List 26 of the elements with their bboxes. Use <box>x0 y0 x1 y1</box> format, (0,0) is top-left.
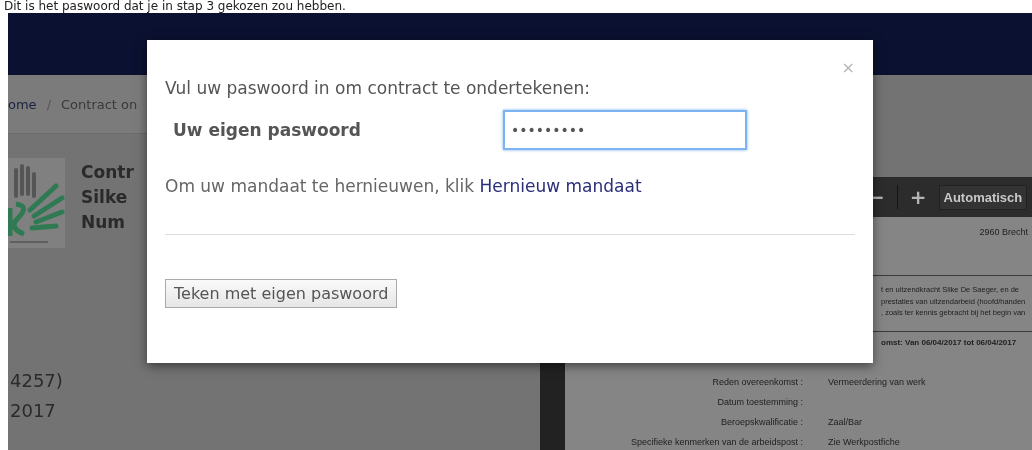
zoom-select[interactable]: Automatisch <box>938 184 1028 210</box>
zoom-in-button[interactable]: + <box>905 185 931 209</box>
field-label: Uw eigen paswoord <box>173 120 362 140</box>
caption-text: Dit is het paswoord dat je in stap 3 gekozen zou hebben. <box>3 0 347 13</box>
document-text: 2960 Brecht <box>979 227 1028 237</box>
document-value: Zaal/Bar <box>828 416 862 427</box>
document-value: Vermeerdering van werk <box>828 376 926 387</box>
renew-text: Om uw mandaat te hernieuwen, klik Hernieuw mandaat <box>165 176 643 196</box>
contract-title-text: Silke <box>81 186 129 209</box>
breadcrumb-separator: / <box>46 96 51 112</box>
sign-button[interactable]: Teken met eigen paswoord <box>165 279 398 308</box>
contract-title-text: Num <box>81 211 127 234</box>
renew-link[interactable]: Hernieuw mandaat <box>479 176 642 196</box>
document-value: Zie Werkpostfiche <box>828 436 900 447</box>
document-label: Specifieke kenmerken van de arbeidspost : <box>629 436 803 448</box>
document-label: Datum toestemming : <box>716 396 803 408</box>
contract-detail-text: 2017 <box>10 399 57 423</box>
document-label: Beroepskwalificatie : <box>719 416 803 428</box>
document-heading: omst: Van 06/04/2017 tot 06/04/2017 <box>880 337 1018 347</box>
breadcrumb-link[interactable]: ome <box>8 96 37 112</box>
contract-title-text: Contr <box>81 161 134 184</box>
contract-detail-text: 4257) <box>10 369 64 393</box>
document-label: Reden overeenkomst : <box>711 376 803 388</box>
dialog-title: Vul uw paswoord in om contract te ondertekenen: <box>165 78 591 98</box>
hands-logo-icon <box>8 158 65 248</box>
password-field[interactable]: ••••••••• <box>503 110 747 150</box>
